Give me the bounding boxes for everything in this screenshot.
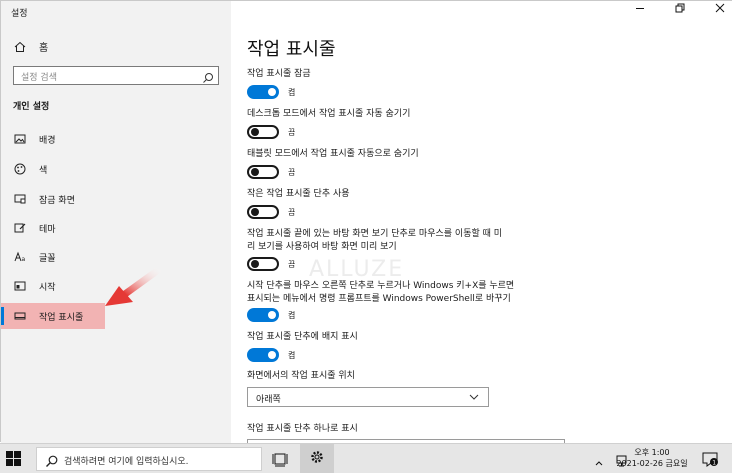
toggle-state: 끔 (288, 207, 296, 217)
lock-taskbar-toggle-row: 켬 (247, 85, 295, 99)
toggle-state: 켬 (288, 87, 296, 97)
clock[interactable]: 오후 1:00 2021-02-26 금요일 (612, 447, 692, 469)
badges-toggle-row: 켬 (247, 348, 295, 362)
taskbar-icon (13, 309, 27, 323)
main-content: ALLUZE 작업 표시줄 작업 표시줄 잠금 켬 데스크톱 모드에서 작업 표… (231, 1, 732, 443)
setting-label: 작은 작업 표시줄 단추 사용 (247, 189, 350, 199)
combine-label: 작업 표시줄 단추 하나로 표시 (247, 424, 358, 434)
toggle-state: 켬 (288, 310, 296, 320)
svg-text:1: 1 (712, 460, 716, 467)
brush-icon (13, 221, 27, 235)
svg-text:a: a (22, 256, 26, 263)
autohide-desktop-toggle[interactable] (247, 125, 279, 139)
sidebar-item-color[interactable]: 색 (1, 156, 231, 182)
page-title: 작업 표시줄 (247, 39, 336, 60)
task-view-icon[interactable] (272, 452, 288, 471)
gear-icon (309, 449, 325, 469)
lock-taskbar-toggle[interactable] (247, 85, 279, 99)
sidebar: 설정 홈 설정 검색 개인 설정 배경 색 잠금 화면 테마 a 글꼴 시작 작… (1, 1, 231, 443)
toggle-state: 끔 (288, 127, 296, 137)
sidebar-item-label: 글꼴 (39, 253, 56, 264)
settings-search-input[interactable]: 설정 검색 (13, 66, 219, 85)
autohide-desktop-toggle-row: 끔 (247, 125, 295, 139)
lock-screen-icon (13, 192, 27, 206)
toggle-state: 켬 (288, 350, 296, 360)
setting-label: 작업 표시줄 잠금 (247, 69, 311, 79)
taskbar-search-box[interactable]: 검색하려면 여기에 입력하십시오. (36, 447, 262, 471)
clock-time: 오후 1:00 (634, 448, 670, 457)
home-label: 홈 (39, 43, 49, 54)
search-icon (45, 453, 58, 472)
setting-label: 태블릿 모드에서 작업 표시줄 자동으로 숨기기 (247, 149, 419, 159)
taskbar-search-placeholder: 검색하려면 여기에 입력하십시오. (64, 457, 189, 467)
setting-label-line1: 작업 표시줄 끝에 있는 바탕 화면 보기 단추로 마우스를 이동할 때 미 (247, 229, 503, 239)
clock-date: 2021-02-26 금요일 (616, 459, 688, 468)
badges-toggle[interactable] (247, 348, 279, 362)
picture-icon (13, 132, 27, 146)
chevron-up-icon[interactable] (594, 453, 604, 472)
palette-icon (13, 162, 27, 176)
minimize-icon[interactable] (635, 3, 645, 13)
peek-toggle-row: 끔 (247, 257, 295, 271)
location-label: 화면에서의 작업 표시줄 위치 (247, 371, 355, 381)
section-title: 개인 설정 (13, 102, 50, 112)
sidebar-item-label: 테마 (39, 224, 56, 235)
font-icon: a (13, 250, 27, 264)
sidebar-item-label: 잠금 화면 (39, 195, 75, 206)
sidebar-item-label: 색 (39, 165, 48, 176)
taskbar-location-dropdown[interactable]: 아래쪽 (247, 387, 489, 407)
red-arrow-annotation (105, 266, 163, 306)
active-indicator (1, 307, 4, 325)
toggle-state: 끔 (288, 167, 296, 177)
start-icon (13, 279, 27, 293)
powershell-toggle[interactable] (247, 308, 279, 322)
dropdown-value: 아래쪽 (256, 395, 281, 405)
setting-label: 작업 표시줄 단추에 배지 표시 (247, 332, 358, 342)
small-buttons-toggle-row: 끔 (247, 205, 295, 219)
sidebar-item-lock-screen[interactable]: 잠금 화면 (1, 186, 231, 212)
search-icon[interactable] (202, 69, 214, 88)
setting-label-line2: 표시되는 메뉴에서 명령 프롬프트를 Windows PowerShell로 바… (247, 294, 511, 304)
notification-icon[interactable]: 1 (702, 451, 718, 471)
restore-icon[interactable] (675, 3, 685, 13)
sidebar-item-label: 시작 (39, 282, 56, 293)
sidebar-item-label: 배경 (39, 135, 56, 146)
setting-label-line1: 시작 단추를 마우스 오른쪽 단추로 누르거나 Windows 키+X를 누르면 (247, 281, 515, 291)
setting-label: 데스크톱 모드에서 작업 표시줄 자동 숨기기 (247, 109, 411, 119)
chevron-down-icon (468, 391, 480, 406)
settings-window: 설정 홈 설정 검색 개인 설정 배경 색 잠금 화면 테마 a 글꼴 시작 작… (0, 0, 732, 443)
windows-start-icon[interactable] (6, 451, 22, 471)
sidebar-item-label: 작업 표시줄 (39, 312, 84, 323)
toggle-state: 끔 (288, 259, 296, 269)
setting-label-line2: 리 보기를 사용하여 바탕 화면 미리 보기 (247, 242, 397, 252)
small-buttons-toggle[interactable] (247, 205, 279, 219)
home-nav-item[interactable]: 홈 (13, 39, 48, 54)
settings-app-button[interactable] (300, 444, 334, 473)
close-icon[interactable] (715, 3, 725, 13)
search-placeholder: 설정 검색 (21, 73, 57, 83)
powershell-toggle-row: 켬 (247, 308, 295, 322)
sidebar-item-background[interactable]: 배경 (1, 126, 231, 152)
home-icon (13, 40, 27, 54)
window-controls (635, 3, 725, 13)
autohide-tablet-toggle-row: 끔 (247, 165, 295, 179)
sidebar-item-themes[interactable]: 테마 (1, 215, 231, 241)
peek-toggle[interactable] (247, 257, 279, 271)
windows-taskbar: 검색하려면 여기에 입력하십시오. 오후 1:00 2021-02-26 금요일… (0, 443, 732, 473)
sidebar-item-taskbar[interactable]: 작업 표시줄 (1, 303, 105, 329)
autohide-tablet-toggle[interactable] (247, 165, 279, 179)
app-title: 설정 (11, 9, 28, 19)
